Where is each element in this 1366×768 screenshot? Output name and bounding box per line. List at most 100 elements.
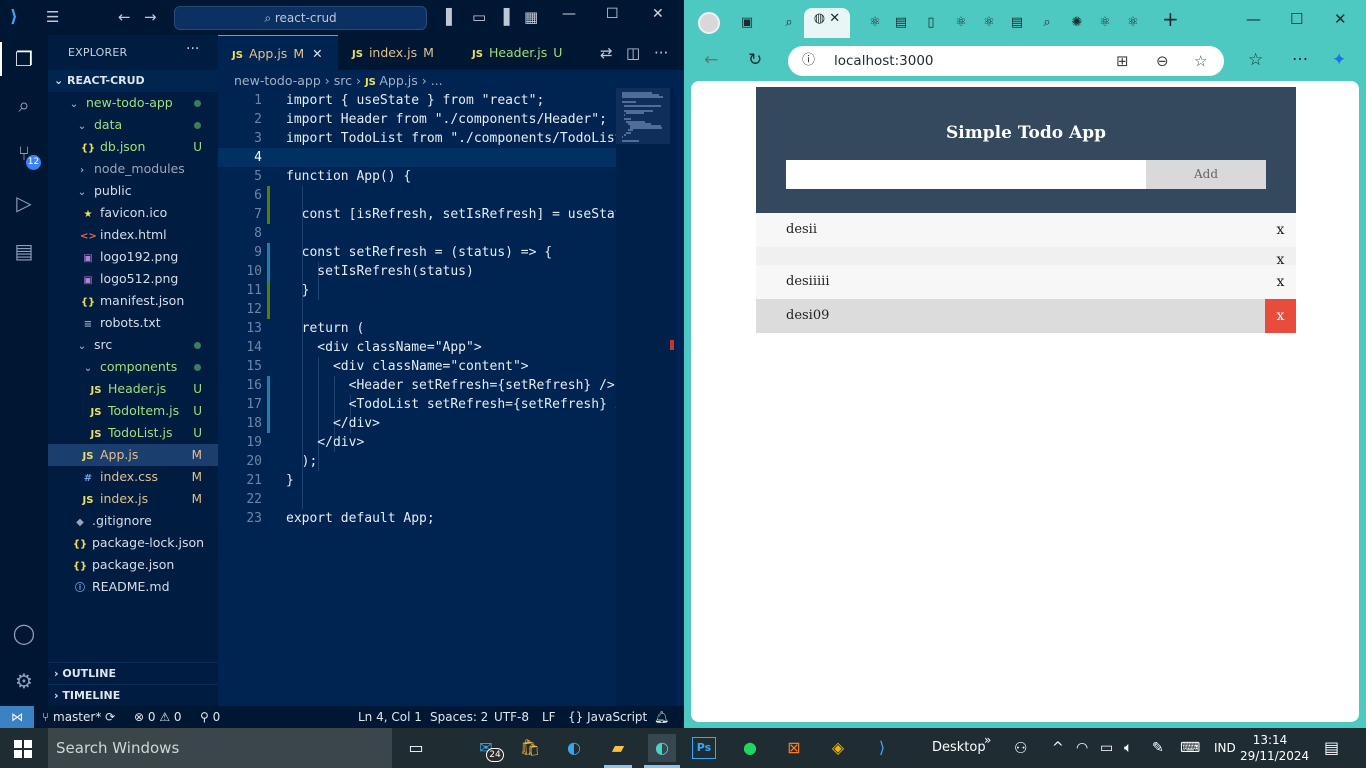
tree-folder-components[interactable]: ⌄ components xyxy=(48,356,218,378)
delete-button[interactable]: x xyxy=(1265,213,1296,247)
breadcrumb-item[interactable]: new-todo-app xyxy=(234,73,321,88)
wifi-icon[interactable]: ◠ xyxy=(1076,728,1088,768)
breadcrumb-item[interactable]: App.js xyxy=(379,73,417,88)
tree-file-index-css[interactable]: # index.css M xyxy=(48,466,218,488)
code-line[interactable]: 3 import TodoList from "./components/Todo… xyxy=(218,129,616,148)
code-line[interactable]: 7 const [isRefresh, setIsRefresh] = useS… xyxy=(218,205,616,224)
minimize-icon[interactable]: — xyxy=(562,6,576,22)
forward-arrow-icon[interactable]: → xyxy=(144,9,157,25)
code-line[interactable]: 2 import Header from "./components/Header… xyxy=(218,110,616,129)
explorer-icon[interactable]: ❐ xyxy=(12,47,36,71)
code-line[interactable]: 19 </div> xyxy=(218,433,616,452)
code-line[interactable]: 1 import { useState } from "react"; xyxy=(218,91,616,110)
run-debug-icon[interactable]: ▷ xyxy=(12,191,36,215)
close-tab-icon[interactable]: ✕ xyxy=(829,11,840,26)
tree-folder-public[interactable]: ⌄ public xyxy=(48,180,218,202)
edge-app-icon[interactable]: ◐ xyxy=(560,734,588,762)
code-line[interactable]: 20 ); xyxy=(218,452,616,471)
xampp-app-icon[interactable]: ⊠ xyxy=(780,734,808,762)
keyboard-icon[interactable]: ⌨ xyxy=(1180,728,1200,768)
todo-input[interactable] xyxy=(786,160,1146,189)
toggle-panel-icon[interactable]: ▭ xyxy=(472,9,486,25)
edge-dev-app-icon[interactable]: ◐ xyxy=(648,734,676,762)
refresh-icon[interactable]: ↻ xyxy=(748,50,762,70)
code-line[interactable]: 23 export default App; xyxy=(218,509,616,528)
windows-start-icon[interactable] xyxy=(14,740,32,758)
breadcrumb-item[interactable]: ... xyxy=(431,73,443,88)
tree-file-todolist-js[interactable]: JS TodoList.js U xyxy=(48,422,218,444)
breadcrumb-item[interactable]: src xyxy=(334,73,352,88)
code-line[interactable]: 4 xyxy=(218,148,616,167)
code-line[interactable]: 18 </div> xyxy=(218,414,616,433)
delete-button[interactable]: x xyxy=(1265,247,1296,265)
info-icon[interactable]: ⓘ xyxy=(802,46,815,76)
tree-file-index-js[interactable]: JS index.js M xyxy=(48,488,218,510)
back-arrow-icon[interactable]: ← xyxy=(118,9,131,25)
close-window-icon[interactable]: ✕ xyxy=(1334,10,1347,28)
tree-file-robots[interactable]: ≡ robots.txt xyxy=(48,312,218,334)
browser-tab-file-icon[interactable]: ▤ xyxy=(890,12,912,34)
task-view-icon[interactable]: ▭ xyxy=(402,734,430,762)
browser-tab-react-icon[interactable]: ⚛ xyxy=(950,12,972,34)
language-status[interactable]: {} JavaScript xyxy=(568,706,647,728)
delete-button[interactable]: x xyxy=(1265,265,1296,299)
search-view-icon[interactable]: ⌕ xyxy=(12,93,36,117)
browser-tab-page-icon[interactable]: ▯ xyxy=(920,12,942,34)
todo-item[interactable]: desii x xyxy=(756,213,1296,247)
browser-tab-react-icon[interactable]: ⚛ xyxy=(1094,12,1116,34)
tree-file-header-js[interactable]: JS Header.js U xyxy=(48,378,218,400)
outline-section[interactable]: › OUTLINE xyxy=(48,662,218,684)
close-window-icon[interactable]: ✕ xyxy=(652,6,664,22)
tree-folder-data[interactable]: ⌄ data xyxy=(48,114,218,136)
tab-header-js[interactable]: JS Header.js U xyxy=(458,35,588,70)
photoshop-app-icon[interactable]: Ps xyxy=(692,737,716,759)
code-line[interactable]: 22 xyxy=(218,490,616,509)
encoding-status[interactable]: UTF-8 xyxy=(494,706,529,728)
minimap[interactable] xyxy=(616,88,676,706)
browser-tab-search-icon[interactable]: ⌕ xyxy=(1036,12,1058,34)
notification-center-icon[interactable]: ▤ xyxy=(1324,728,1339,768)
browser-tab-react-icon[interactable]: ⚛ xyxy=(978,12,1000,34)
profile-avatar[interactable] xyxy=(698,12,720,34)
remote-indicator-icon[interactable]: ⋈ xyxy=(0,706,34,728)
tree-folder-node-modules[interactable]: › node_modules xyxy=(48,158,218,180)
account-icon[interactable]: ◯ xyxy=(12,621,36,645)
tree-file-gitignore[interactable]: ◆ .gitignore xyxy=(48,510,218,532)
code-line[interactable]: 14 <div className="App"> xyxy=(218,338,616,357)
tree-file-logo512[interactable]: ▣ logo512.png xyxy=(48,268,218,290)
settings-gear-icon[interactable]: ⚙ xyxy=(12,669,36,693)
code-line[interactable]: 10 setIsRefresh(status) xyxy=(218,262,616,281)
spotify-app-icon[interactable]: ● xyxy=(736,734,764,762)
tree-file-package-json[interactable]: {} package.json xyxy=(48,554,218,576)
code-line[interactable]: 16 <Header setRefresh={setRefresh} /> xyxy=(218,376,616,395)
code-line[interactable]: 11 } xyxy=(218,281,616,300)
code-line[interactable]: 8 xyxy=(218,224,616,243)
sourcetree-app-icon[interactable]: ◈ xyxy=(824,734,852,762)
copilot-icon[interactable]: ✦ xyxy=(1332,50,1346,70)
branch-status[interactable]: ⑂ master* ⟳ xyxy=(42,706,115,728)
chevron-right-icon[interactable]: » xyxy=(984,720,991,760)
browser-tab-search-icon[interactable]: ⌕ xyxy=(778,12,800,34)
tree-folder-new-todo-app[interactable]: ⌄ new-todo-app xyxy=(48,92,218,114)
tab-app-js[interactable]: JS App.js M ✕ xyxy=(218,35,338,70)
browser-tab-openai-icon[interactable]: ✺ xyxy=(1066,12,1088,34)
code-line[interactable]: 12 xyxy=(218,300,616,319)
tree-file-db-json[interactable]: {} db.json U xyxy=(48,136,218,158)
minimap-slider[interactable] xyxy=(616,88,670,144)
extensions-icon[interactable]: ▤ xyxy=(12,239,36,263)
tree-file-logo192[interactable]: ▣ logo192.png xyxy=(48,246,218,268)
code-line[interactable]: 15 <div className="content"> xyxy=(218,357,616,376)
vscode-app-icon[interactable]: ⟩ xyxy=(868,734,896,762)
more-actions-icon[interactable]: ··· xyxy=(186,41,199,57)
code-line[interactable]: 17 <TodoList setRefresh={setRefresh} i xyxy=(218,395,616,414)
browser-tab-file-icon[interactable]: ▤ xyxy=(1006,12,1028,34)
todo-item[interactable]: desiiiii x xyxy=(756,265,1296,299)
pen-icon[interactable]: ✎ xyxy=(1152,728,1164,768)
code-line[interactable]: 13 return ( xyxy=(218,319,616,338)
code-line[interactable]: 21} xyxy=(218,471,616,490)
tab-index-js[interactable]: JS index.js M xyxy=(338,35,458,70)
more-actions-icon[interactable]: ··· xyxy=(1292,50,1308,70)
taskbar-search[interactable]: Search Windows xyxy=(48,728,392,768)
compare-changes-icon[interactable]: ⇄ xyxy=(600,44,613,62)
desktop-toolbar[interactable]: Desktop xyxy=(932,728,986,768)
